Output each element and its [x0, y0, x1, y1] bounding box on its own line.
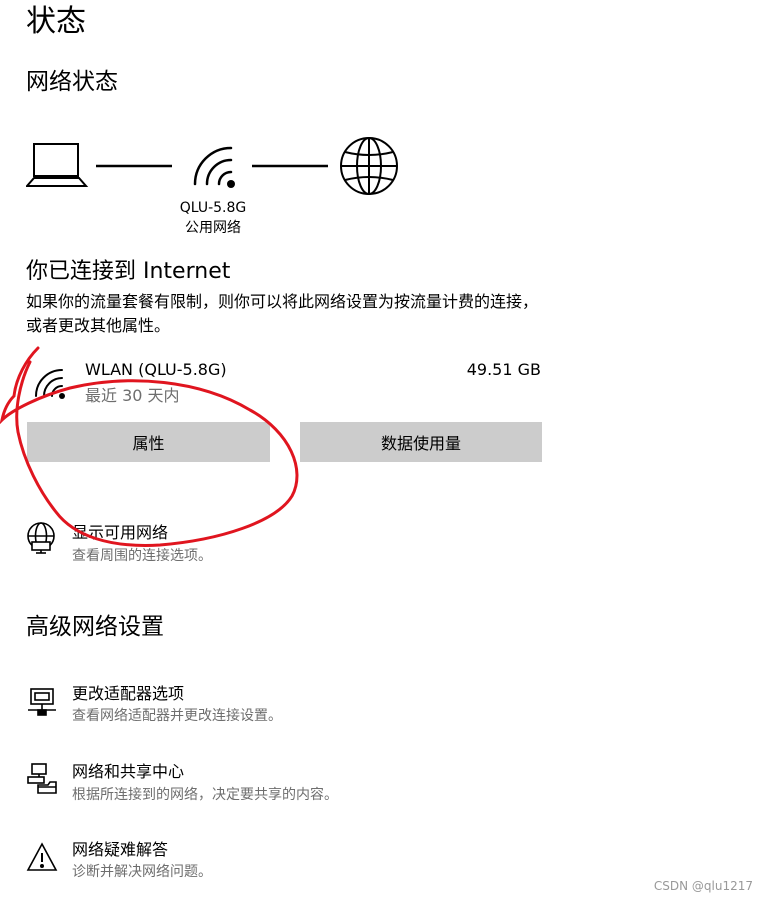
laptop-icon	[26, 143, 89, 187]
network-name: QLU-5.8G	[179, 200, 247, 216]
connected-description: 如果你的流量套餐有限制，则你可以将此网络设置为按流量计费的连接，或者更改其他属性…	[26, 292, 539, 335]
warning-icon	[26, 842, 58, 871]
connected-heading: 你已连接到 Internet	[26, 259, 231, 284]
page-title: 状态	[26, 4, 86, 39]
wifi-icon	[193, 146, 235, 188]
data-usage-button[interactable]: 数据使用量	[300, 422, 542, 462]
adapter-name: WLAN (QLU-5.8G)	[85, 360, 227, 379]
properties-button[interactable]: 属性	[27, 422, 270, 462]
sharing-center-icon	[27, 763, 57, 794]
usage-period: 最近 30 天内	[85, 386, 180, 405]
network-sharing-center-link[interactable]: 网络和共享中心	[72, 760, 184, 784]
network-type: 公用网络	[185, 220, 241, 236]
change-adapter-options-subtitle: 查看网络适配器并更改连接设置。	[72, 708, 282, 724]
show-networks-subtitle: 查看周围的连接选项。	[72, 548, 212, 564]
advanced-settings-title: 高级网络设置	[26, 614, 164, 640]
wifi-adapter-icon	[35, 369, 65, 399]
watermark: CSDN @qlu1217	[653, 879, 753, 893]
adapter-data-usage: 49.51 GB	[466, 360, 541, 379]
globe-icon	[340, 137, 398, 195]
adapter-icon	[28, 688, 56, 716]
network-status-title: 网络状态	[26, 69, 118, 95]
network-troubleshooter-link[interactable]: 网络疑难解答	[72, 838, 168, 862]
show-available-networks-link[interactable]: 显示可用网络	[72, 521, 168, 545]
change-adapter-options-link[interactable]: 更改适配器选项	[72, 682, 184, 706]
globe-monitor-icon	[27, 522, 55, 554]
network-troubleshooter-subtitle: 诊断并解决网络问题。	[72, 864, 212, 880]
network-sharing-center-subtitle: 根据所连接到的网络，决定要共享的内容。	[72, 787, 338, 803]
